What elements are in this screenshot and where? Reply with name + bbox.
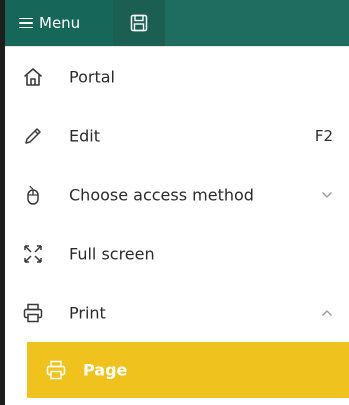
menu-button-label: Menu: [39, 14, 81, 32]
menu-item-label: Portal: [69, 67, 115, 86]
chevron-up-icon: [322, 309, 332, 316]
menu-item-edit[interactable]: Edit F2: [5, 106, 349, 165]
top-bar-fill: [165, 0, 349, 46]
mouse-icon: [21, 183, 45, 207]
menu-item-label: Edit: [69, 126, 100, 145]
menu-item-portal[interactable]: Portal: [5, 47, 349, 106]
menu-item-full-screen[interactable]: Full screen: [5, 224, 349, 283]
printer-icon: [21, 301, 45, 325]
hamburger-icon: [19, 17, 33, 29]
menu-item-print[interactable]: Print: [5, 283, 349, 342]
save-icon: [130, 14, 148, 32]
shortcut-key: F2: [314, 126, 333, 145]
menu-item-access-method[interactable]: Choose access method: [5, 165, 349, 224]
printer-icon: [44, 358, 68, 382]
submenu-item-page[interactable]: Page: [27, 342, 349, 398]
home-icon: [21, 65, 45, 89]
save-button[interactable]: [113, 0, 165, 46]
top-bar: Menu: [5, 0, 349, 47]
menu-list: Portal Edit F2 Choose access method Full…: [5, 47, 349, 398]
fullscreen-icon: [21, 242, 45, 266]
menu-item-label: Print: [69, 303, 106, 322]
pencil-icon: [21, 124, 45, 148]
menu-item-label: Choose access method: [69, 185, 254, 204]
menu-item-label: Full screen: [69, 244, 155, 263]
submenu-item-label: Page: [83, 360, 128, 380]
chevron-down-icon: [322, 191, 332, 198]
menu-button[interactable]: Menu: [5, 0, 113, 46]
menu-panel: Menu Portal Edit F2 Choose access method…: [0, 0, 349, 405]
